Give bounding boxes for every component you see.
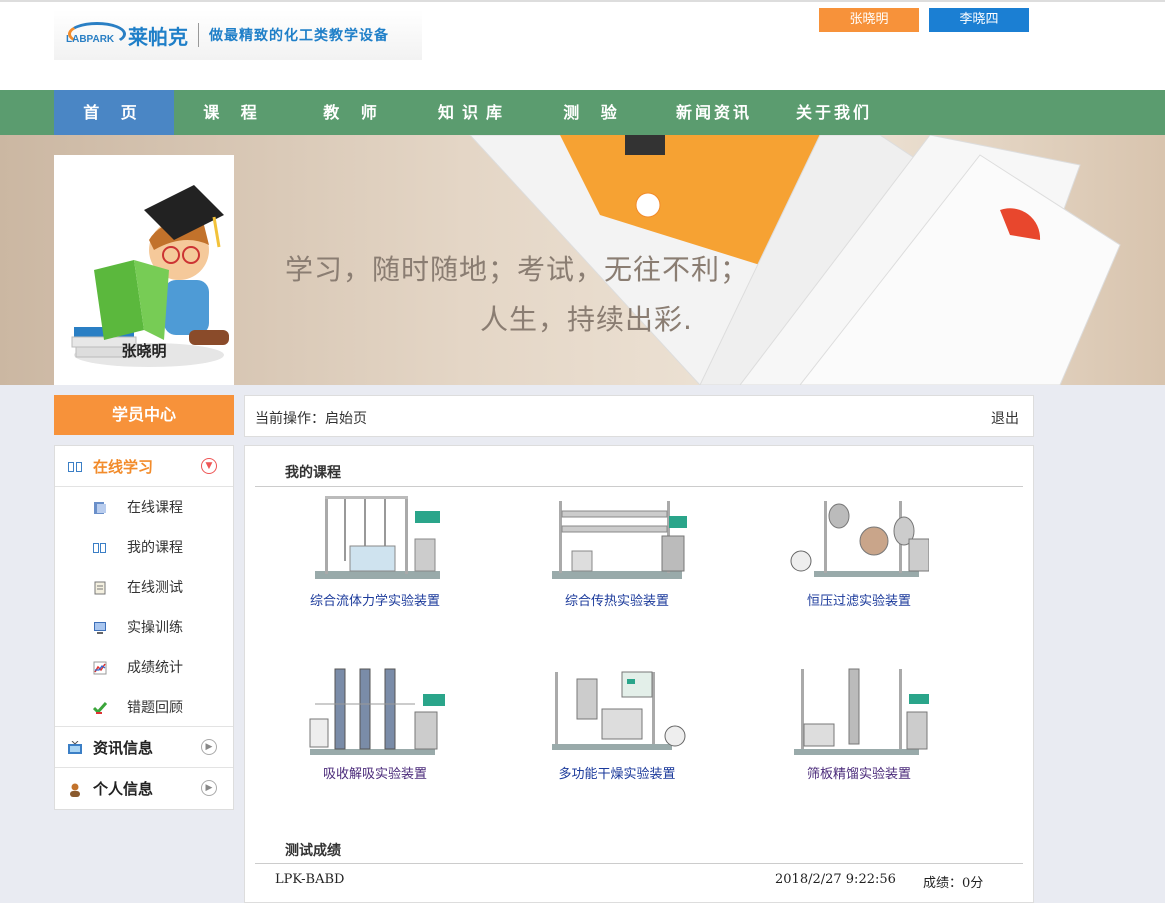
sidebar-group-label: 资讯信息 [93, 738, 154, 757]
heat-transfer-apparatus-image [547, 491, 687, 586]
student-center-title: 学员中心 [54, 395, 234, 435]
sidebar-item-label: 实操训练 [127, 620, 183, 636]
tv-icon [67, 740, 82, 754]
my-courses-title: 我的课程 [285, 465, 341, 481]
chevron-down-icon[interactable]: ▼ [201, 458, 217, 474]
nav-item-teachers[interactable]: 教 师 [294, 90, 414, 135]
course-name[interactable]: 吸收解吸实验装置 [275, 763, 475, 782]
section-divider [255, 863, 1023, 864]
sidebar-item-label: 错题回顾 [127, 699, 183, 716]
document-icon [93, 580, 107, 595]
monitor-icon [93, 620, 107, 634]
sidebar-group-online-learning[interactable]: 在线学习 ▼ [55, 446, 233, 487]
open-book-icon [67, 459, 82, 473]
user-icon [67, 782, 81, 797]
course-card[interactable]: 综合传热实验装置 [517, 491, 717, 609]
sidebar-group-profile[interactable]: 个人信息 ▶ [55, 768, 233, 809]
sidebar-item-online-test[interactable]: 在线测试 [55, 567, 233, 607]
logo[interactable]: LABPARK 莱帕克 做最精致的化工类教学设备 [54, 10, 422, 60]
course-name[interactable]: 恒压过滤实验装置 [759, 590, 959, 609]
profile-card: 张晓明 [54, 155, 234, 385]
sidebar-menu: 在线学习 ▼ 在线课程 我的课程 在线测试 实操训练 成绩统计 错题回顾 资讯信… [54, 445, 234, 810]
logo-name: 莱帕克 [128, 24, 188, 49]
score-label: 成绩： [923, 876, 963, 891]
course-card[interactable]: 多功能干燥实验装置 [517, 664, 717, 782]
profile-name: 张晓明 [121, 342, 167, 360]
nav-item-home[interactable]: 首 页 [54, 90, 174, 135]
course-name[interactable]: 多功能干燥实验装置 [517, 763, 717, 782]
book-icon [93, 540, 107, 554]
course-card[interactable]: 筛板精馏实验装置 [759, 664, 959, 782]
sidebar-item-label: 在线测试 [127, 580, 183, 596]
absorption-apparatus-image [305, 664, 445, 759]
sidebar-group-label: 个人信息 [93, 780, 154, 798]
banner-slogan-line1: 学习，随时随地；考试，无往不利； [285, 253, 750, 286]
course-name[interactable]: 综合流体力学实验装置 [275, 590, 475, 609]
course-card[interactable]: 综合流体力学实验装置 [275, 491, 475, 609]
test-time: 2018/2/27 9:22:56 [775, 872, 896, 887]
banner-slogan-line2: 人生，持续出彩. [480, 303, 693, 336]
logout-link[interactable]: 退出 [991, 408, 1019, 428]
current-operation-bar: 当前操作：启始页 退出 [244, 395, 1034, 437]
course-name[interactable]: 筛板精馏实验装置 [759, 763, 959, 782]
nav-item-about[interactable]: 关于我们 [774, 90, 894, 135]
sidebar-group-news[interactable]: 资讯信息 ▶ [55, 727, 233, 768]
main-content: 我的课程 综合流体力学实验装置 综合传热实验装置 恒压过滤实验装置 吸收解吸实验… [244, 445, 1034, 903]
logo-mark-icon: LABPARK [64, 20, 128, 50]
drying-apparatus-image [547, 664, 687, 759]
nav-item-knowledge[interactable]: 知识库 [414, 90, 534, 135]
courses-icon [93, 500, 107, 514]
main-nav: 首 页 课 程 教 师 知识库 测 验 新闻资讯 关于我们 [0, 90, 1165, 135]
chevron-right-icon[interactable]: ▶ [201, 780, 217, 796]
header: LABPARK 莱帕克 做最精致的化工类教学设备 张晓明 李晓四 [0, 0, 1165, 90]
user-button-primary[interactable]: 张晓明 [819, 8, 919, 32]
logo-divider [198, 23, 199, 47]
score-value: 0分 [962, 876, 984, 891]
nav-item-courses[interactable]: 课 程 [174, 90, 294, 135]
sidebar-group-label: 在线学习 [93, 457, 154, 476]
sidebar-item-wrong-answers[interactable]: 错题回顾 [55, 687, 233, 727]
sidebar-item-label: 成绩统计 [127, 660, 183, 676]
sidebar-item-my-courses[interactable]: 我的课程 [55, 527, 233, 567]
distillation-apparatus-image [789, 664, 929, 759]
test-scores-title: 测试成绩 [285, 843, 341, 859]
current-operation-label: 当前操作：启始页 [255, 411, 367, 427]
check-icon [92, 700, 108, 714]
sidebar-item-score-stats[interactable]: 成绩统计 [55, 647, 233, 687]
sidebar-item-practical-training[interactable]: 实操训练 [55, 607, 233, 647]
course-card[interactable]: 吸收解吸实验装置 [275, 664, 475, 782]
nav-item-quiz[interactable]: 测 验 [534, 90, 654, 135]
test-score: 成绩：0分 [923, 872, 983, 891]
sidebar-item-label: 在线课程 [127, 500, 183, 516]
user-button-secondary[interactable]: 李晓四 [929, 8, 1029, 32]
section-divider [255, 486, 1023, 487]
test-code: LPK-BABD [275, 872, 345, 887]
sidebar-item-online-courses[interactable]: 在线课程 [55, 487, 233, 527]
sidebar-item-label: 我的课程 [127, 540, 183, 556]
filtration-apparatus-image [789, 491, 930, 586]
nav-item-news[interactable]: 新闻资讯 [654, 90, 774, 135]
chart-icon [93, 660, 107, 675]
course-card[interactable]: 恒压过滤实验装置 [759, 491, 959, 609]
course-name[interactable]: 综合传热实验装置 [517, 590, 717, 609]
chevron-right-icon[interactable]: ▶ [201, 739, 217, 755]
logo-slogan: 做最精致的化工类教学设备 [209, 28, 389, 44]
fluid-apparatus-image [305, 491, 445, 586]
